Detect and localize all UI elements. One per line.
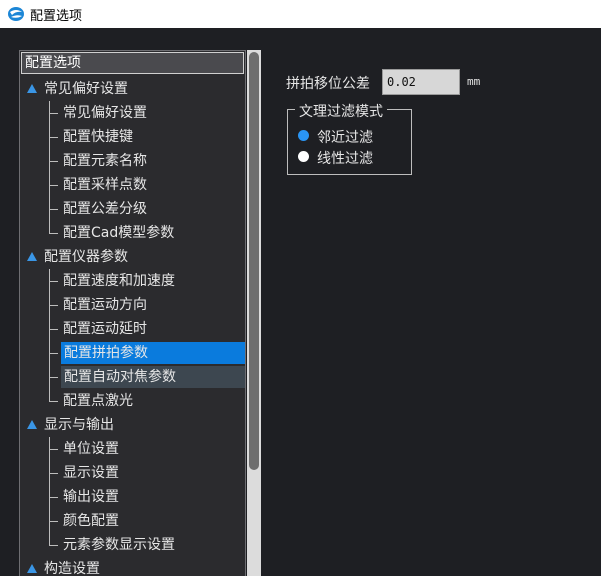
expand-triangle-icon[interactable] (27, 420, 37, 429)
expand-triangle-icon[interactable] (27, 252, 37, 261)
settings-tree[interactable]: 配置选项 常见偏好设置 常见偏好设置 配置快捷键 配置元素名称 配置采样点数 配置公差分级… (19, 50, 246, 576)
tree-connector-branch (49, 497, 58, 498)
tree-connector-branch (49, 113, 58, 114)
tree-scrollbar-thumb[interactable] (249, 52, 259, 470)
tree-connector-line (49, 221, 50, 233)
tree-item[interactable]: 配置元素名称 (20, 149, 245, 173)
radio-linear-filter-label: 线性过滤 (317, 151, 373, 167)
tree-connector-branch (49, 305, 58, 306)
tree-item-label: 配置快捷键 (63, 129, 133, 145)
tree-group[interactable]: 构造设置 (20, 557, 245, 576)
tree-connector-branch (49, 185, 58, 186)
tree-item-label: 显示设置 (63, 465, 119, 481)
tree-connector-line (49, 533, 50, 545)
tree-connector-branch (49, 329, 58, 330)
tree-item-label: 配置采样点数 (63, 177, 147, 193)
tree-item[interactable]: 配置采样点数 (20, 173, 245, 197)
tree-item[interactable]: 配置运动延时 (20, 317, 245, 341)
tree-item[interactable]: 显示设置 (20, 461, 245, 485)
tree-connector-branch (49, 209, 58, 210)
tree-item-label: 配置Cad模型参数 (63, 225, 175, 241)
tree-connector-branch (49, 161, 58, 162)
tree-group[interactable]: 显示与输出 (20, 413, 245, 437)
filter-mode-title: 文理过滤模式 (295, 101, 387, 121)
tree-item[interactable]: 配置运动方向 (20, 293, 245, 317)
app-logo-icon (8, 7, 24, 21)
radio-linear-filter[interactable]: 线性过滤 (297, 147, 407, 167)
tree-item-label: 颜色配置 (63, 513, 119, 529)
tree-connector-branch (49, 473, 58, 474)
tree-item-label: 常见偏好设置 (44, 81, 128, 97)
expand-triangle-icon[interactable] (27, 84, 37, 93)
tree-header: 配置选项 (21, 52, 244, 74)
tree-item-label: 单位设置 (63, 441, 119, 457)
radio-neighbor-filter[interactable]: 邻近过滤 (297, 126, 407, 146)
tree-connector-branch (49, 137, 58, 138)
window-title: 配置选项 (30, 9, 83, 24)
tree-connector-branch (49, 353, 58, 354)
tree-item[interactable]: 配置自动对焦参数 (20, 365, 245, 389)
tree-item[interactable]: 配置快捷键 (20, 125, 245, 149)
tree-item-label: 显示与输出 (44, 417, 114, 433)
tree-connector-branch (49, 545, 58, 546)
tree-connector-branch (49, 281, 58, 282)
tree-item[interactable]: 输出设置 (20, 485, 245, 509)
tree-item-label: 配置点激光 (63, 393, 133, 409)
tree-item[interactable]: 配置速度和加速度 (20, 269, 245, 293)
tree-connector-branch (49, 449, 58, 450)
tree-item-label: 配置运动方向 (63, 297, 147, 313)
tree-item-label: 配置速度和加速度 (63, 273, 175, 289)
tree-item[interactable]: 元素参数显示设置 (20, 533, 245, 557)
tolerance-unit: mm (467, 75, 481, 88)
tree-group[interactable]: 常见偏好设置 (20, 77, 245, 101)
tree-item[interactable]: 配置拼拍参数 (20, 341, 245, 365)
tree-item-label: 输出设置 (63, 489, 119, 505)
radio-neighbor-filter-label: 邻近过滤 (317, 130, 373, 146)
tree-item-label: 配置拼拍参数 (64, 345, 148, 361)
tree-item[interactable]: 配置Cad模型参数 (20, 221, 245, 245)
radio-selected-icon (298, 130, 309, 141)
expand-triangle-icon[interactable] (27, 564, 37, 573)
title-bar: 配置选项 (0, 0, 601, 28)
tree-connector-branch (49, 377, 58, 378)
tree-item-label: 元素参数显示设置 (63, 537, 175, 553)
tree-connector-line (49, 389, 50, 401)
tolerance-label: 拼拍移位公差 (286, 76, 370, 92)
tree-item[interactable]: 配置点激光 (20, 389, 245, 413)
tree-item-label: 配置自动对焦参数 (64, 369, 176, 385)
tree-item-label: 配置公差分级 (63, 201, 147, 217)
tree-item[interactable]: 颜色配置 (20, 509, 245, 533)
tree-connector-branch (49, 521, 58, 522)
tree-item-label: 配置仪器参数 (44, 249, 128, 265)
tree-item-label: 配置运动延时 (63, 321, 147, 337)
tree-connector-branch (49, 233, 58, 234)
tree-connector-branch (49, 401, 58, 402)
tree-item[interactable]: 常见偏好设置 (20, 101, 245, 125)
tree-item-label: 常见偏好设置 (63, 105, 147, 121)
tree-item[interactable]: 配置公差分级 (20, 197, 245, 221)
radio-unselected-icon (298, 151, 309, 162)
tree-item-label: 配置元素名称 (63, 153, 147, 169)
tolerance-input[interactable] (382, 69, 460, 95)
tree-item[interactable]: 单位设置 (20, 437, 245, 461)
tree-group[interactable]: 配置仪器参数 (20, 245, 245, 269)
tree-item-label: 构造设置 (44, 561, 100, 576)
